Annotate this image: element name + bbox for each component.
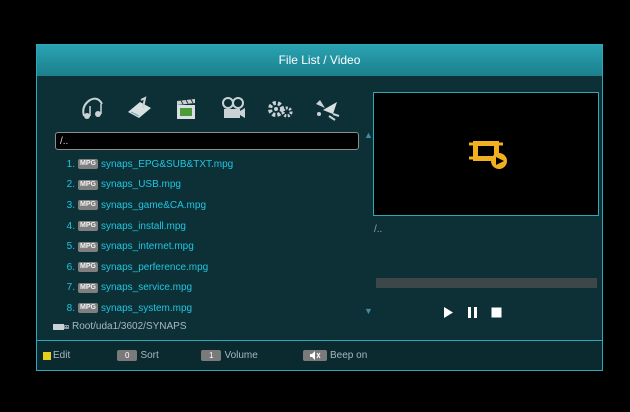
item-number: 4. — [66, 220, 75, 232]
item-number: 1. — [66, 158, 75, 170]
item-number: 7. — [66, 282, 75, 294]
file-name: synaps_service.mpg — [100, 282, 193, 294]
settings-icon[interactable] — [265, 95, 295, 123]
plugin-icon[interactable] — [312, 95, 342, 123]
playback-progress-bar[interactable] — [376, 278, 597, 288]
hint-volume[interactable]: 1 Volume — [201, 350, 258, 361]
list-item[interactable]: 8. MPG synaps_system.mpg — [61, 298, 361, 319]
hint-volume-key: 1 — [201, 350, 222, 361]
hint-beep-label: Beep on — [330, 350, 368, 361]
mute-icon — [303, 350, 327, 361]
video-file-icon — [469, 141, 507, 169]
list-item[interactable]: 3. MPG synaps_game&CA.mpg — [61, 195, 361, 216]
file-name: synaps_system.mpg — [100, 302, 193, 314]
list-item[interactable]: 7. MPG synaps_service.mpg — [61, 278, 361, 299]
mpg-badge: MPG — [78, 241, 98, 252]
file-name: synaps_internet.mpg — [100, 241, 194, 253]
hint-beep[interactable]: Beep on — [303, 350, 367, 361]
list-item[interactable]: 1. MPG synaps_EPG&SUB&TXT.mpg — [61, 154, 361, 175]
hint-sort-label: Sort — [140, 350, 159, 361]
mpg-badge: MPG — [78, 159, 98, 170]
camera-icon[interactable] — [218, 95, 248, 123]
hint-sort-key: 0 — [117, 350, 138, 361]
file-list: 1. MPG synaps_EPG&SUB&TXT.mpg 2. MPG syn… — [61, 154, 361, 319]
scroll-up-arrow[interactable]: ▲ — [364, 130, 373, 140]
yellow-key-icon — [43, 351, 51, 360]
mpg-badge: MPG — [78, 303, 98, 314]
mpg-badge: MPG — [78, 282, 98, 293]
path-field[interactable]: /.. — [55, 132, 359, 150]
file-name: synaps_install.mpg — [100, 220, 186, 232]
hint-edit[interactable]: Edit — [43, 350, 70, 361]
playback-controls — [443, 307, 502, 318]
play-icon[interactable] — [443, 307, 454, 318]
file-name: synaps_perference.mpg — [100, 261, 209, 273]
list-item[interactable]: 5. MPG synaps_internet.mpg — [61, 236, 361, 257]
stop-icon[interactable] — [491, 307, 502, 318]
mpg-badge: MPG — [78, 200, 98, 211]
category-icon-row — [77, 95, 342, 125]
item-number: 8. — [66, 302, 75, 314]
video-icon[interactable] — [171, 95, 201, 123]
file-name: synaps_USB.mpg — [100, 179, 181, 191]
mpg-badge: MPG — [78, 179, 98, 190]
item-number: 2. — [66, 179, 75, 191]
content-area: /.. ▲ 1. MPG synaps_EPG&SUB&TXT.mpg 2. M… — [37, 76, 602, 341]
current-path: Root/uda1/3602/SYNAPS — [53, 321, 187, 332]
screen: File List / Video /.. ▲ 1. MPG synaps_EP… — [0, 0, 630, 412]
hint-volume-label: Volume — [224, 350, 258, 361]
mpg-badge: MPG — [78, 262, 98, 273]
item-number: 6. — [66, 261, 75, 273]
window-title: File List / Video — [37, 45, 602, 76]
current-path-text: Root/uda1/3602/SYNAPS — [72, 321, 187, 332]
hint-bar: Edit 0 Sort 1 Volume Beep on — [37, 340, 602, 370]
item-number: 3. — [66, 199, 75, 211]
pause-icon[interactable] — [467, 307, 478, 318]
item-number: 5. — [66, 241, 75, 253]
hint-edit-label: Edit — [53, 350, 71, 361]
list-item[interactable]: 6. MPG synaps_perference.mpg — [61, 257, 361, 278]
mpg-badge: MPG — [78, 221, 98, 232]
file-name: synaps_game&CA.mpg — [100, 199, 207, 211]
preview-path: /.. — [374, 224, 383, 235]
picture-icon[interactable] — [124, 95, 154, 123]
music-icon[interactable] — [77, 95, 107, 123]
video-preview — [373, 92, 599, 216]
file-name: synaps_EPG&SUB&TXT.mpg — [100, 158, 234, 170]
scroll-down-arrow[interactable]: ▼ — [364, 306, 373, 316]
list-item[interactable]: 2. MPG synaps_USB.mpg — [61, 175, 361, 196]
list-item[interactable]: 4. MPG synaps_install.mpg — [61, 216, 361, 237]
file-list-window: File List / Video /.. ▲ 1. MPG synaps_EP… — [36, 44, 603, 371]
usb-icon — [53, 322, 72, 332]
hint-sort[interactable]: 0 Sort — [117, 350, 159, 361]
